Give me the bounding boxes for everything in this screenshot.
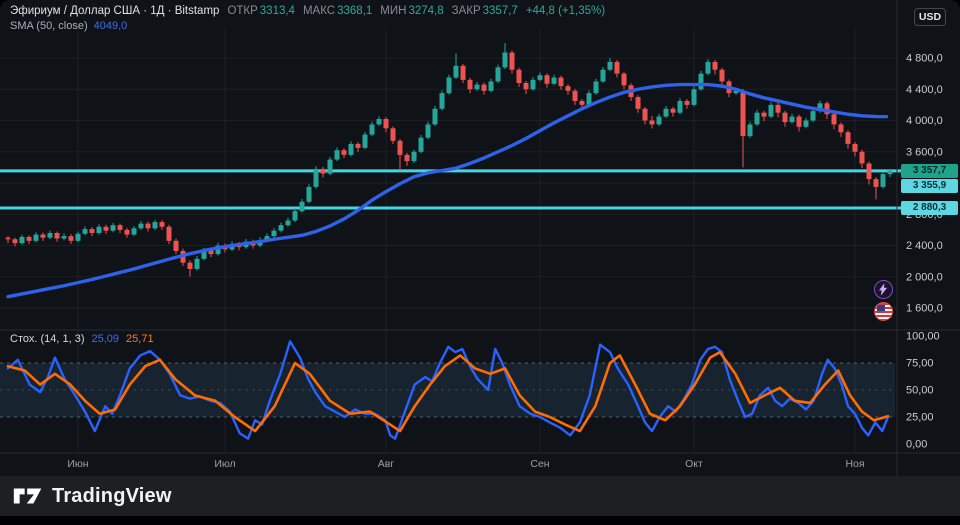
price-axis[interactable]: 4 800,04 400,04 000,03 600,03 200,02 800…	[906, 53, 943, 451]
month-label: Сен	[530, 458, 549, 470]
stoch-tick-label: 0,00	[906, 439, 927, 451]
chart-container: 4 800,04 400,04 000,03 600,03 200,02 800…	[0, 0, 960, 476]
ohlc-high: МАКС3368,1	[303, 5, 372, 17]
price-tick-label: 1 600,0	[906, 303, 943, 315]
chart-badges	[874, 280, 893, 321]
stoch-legend: Стох. (14, 1, 3) 25,09 25,71	[10, 333, 154, 345]
last-price-label: 3 357,7	[901, 164, 958, 178]
lightning-badge[interactable]	[874, 280, 893, 299]
month-label: Окт	[685, 458, 703, 470]
stoch-tick-label: 25,00	[906, 412, 934, 424]
time-axis[interactable]: Июн Июл Авг Сен Окт Ноя	[67, 458, 864, 470]
tradingview-footer: TradingView	[0, 476, 960, 516]
price-tick-label: 2 400,0	[906, 240, 943, 252]
indicator-name[interactable]: SMA (50, close)	[10, 20, 88, 32]
symbol-title[interactable]: Эфириум / Доллар США · 1Д · Bitstamp	[10, 5, 219, 17]
price-tick-label: 2 000,0	[906, 271, 943, 283]
ohlc-close: ЗАКР3357,7	[452, 5, 518, 17]
lightning-icon	[879, 283, 888, 296]
stoch-tick-label: 75,00	[906, 358, 934, 370]
tradingview-logo-icon[interactable]	[13, 484, 43, 508]
level-price-label-1: 3 355,9	[901, 179, 958, 193]
brand-name[interactable]: TradingView	[52, 485, 172, 508]
price-tick-label: 4 400,0	[906, 84, 943, 96]
price-change: +44,8 (+1,35%)	[526, 5, 605, 17]
stoch-k-value: 25,09	[92, 333, 120, 345]
month-label: Авг	[378, 458, 395, 470]
flag-badge[interactable]	[874, 302, 893, 321]
month-label: Июн	[67, 458, 88, 470]
price-tick-label: 4 000,0	[906, 115, 943, 127]
level-price-label-2: 2 880,3	[901, 201, 958, 215]
chart-canvas[interactable]: 4 800,04 400,04 000,03 600,03 200,02 800…	[0, 0, 960, 476]
stoch-tick-label: 50,00	[906, 385, 934, 397]
stoch-d-value: 25,71	[126, 333, 154, 345]
month-label: Ноя	[845, 458, 864, 470]
level-lines	[0, 171, 903, 208]
price-tick-label: 4 800,0	[906, 53, 943, 65]
chart-legend: Эфириум / Доллар США · 1Д · Bitstamp ОТК…	[10, 5, 605, 17]
tradingview-widget: 4 800,04 400,04 000,03 600,03 200,02 800…	[0, 0, 960, 525]
month-label: Июл	[214, 458, 235, 470]
stoch-pane	[0, 341, 895, 438]
currency-toggle-button[interactable]: USD	[914, 8, 946, 26]
candlestick-series	[6, 43, 893, 277]
ohlc-open: ОТКР3313,4	[227, 5, 295, 17]
price-tick-label: 3 600,0	[906, 146, 943, 158]
indicator-value: 4049,0	[94, 20, 128, 32]
stoch-tick-label: 100,00	[906, 331, 940, 343]
stoch-name[interactable]: Стох. (14, 1, 3)	[10, 333, 85, 345]
indicator-legend: SMA (50, close) 4049,0	[10, 20, 127, 32]
ohlc-low: МИН3274,8	[380, 5, 443, 17]
